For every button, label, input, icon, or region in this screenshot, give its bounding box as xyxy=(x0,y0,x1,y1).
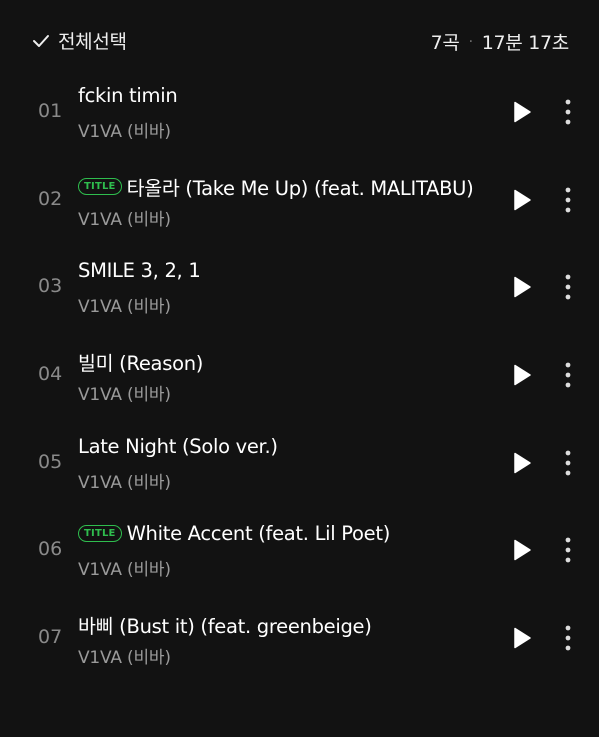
track-artist[interactable]: V1VA (비바) xyxy=(78,468,171,493)
track-artist[interactable]: V1VA (비바) xyxy=(78,643,171,668)
more-options-icon[interactable] xyxy=(558,624,578,652)
track-number: 02 xyxy=(38,187,63,210)
track-title: 타올라 (Take Me Up) (feat. MALITABU) xyxy=(126,176,474,200)
track-artist[interactable]: V1VA (비바) xyxy=(78,380,171,405)
play-icon[interactable] xyxy=(510,100,534,124)
track-row[interactable]: 07 바삐 (Bust it) (feat. greenbeige) V1VA … xyxy=(0,606,599,694)
track-row[interactable]: 02 TITLE 타올라 (Take Me Up) (feat. MALITAB… xyxy=(0,168,599,256)
track-artist[interactable]: V1VA (비바) xyxy=(78,205,171,230)
play-icon[interactable] xyxy=(510,538,534,562)
more-options-icon[interactable] xyxy=(558,273,578,301)
select-all-label: 전체선택 xyxy=(58,31,127,53)
track-title: Late Night (Solo ver.) xyxy=(78,434,278,458)
track-artist[interactable]: V1VA (비바) xyxy=(78,292,171,317)
track-list: 01 fckin timin V1VA (비바) 02 TITLE 타올라 (T… xyxy=(0,80,599,694)
play-icon[interactable] xyxy=(510,451,534,475)
track-title-row: SMILE 3, 2, 1 xyxy=(78,259,201,283)
track-number: 07 xyxy=(38,626,63,649)
track-number: 05 xyxy=(38,450,63,473)
more-options-icon[interactable] xyxy=(558,186,578,214)
track-row[interactable]: 06 TITLE White Accent (feat. Lil Poet) V… xyxy=(0,518,599,606)
play-icon[interactable] xyxy=(510,363,534,387)
track-title: 빌미 (Reason) xyxy=(78,352,204,376)
more-options-icon[interactable] xyxy=(558,536,578,564)
play-icon[interactable] xyxy=(510,626,534,650)
more-options-icon[interactable] xyxy=(558,98,578,126)
track-title: SMILE 3, 2, 1 xyxy=(78,259,201,283)
track-row[interactable]: 04 빌미 (Reason) V1VA (비바) xyxy=(0,343,599,431)
track-row[interactable]: 03 SMILE 3, 2, 1 V1VA (비바) xyxy=(0,255,599,343)
track-number: 03 xyxy=(38,275,63,298)
play-icon[interactable] xyxy=(510,188,534,212)
track-number: 06 xyxy=(38,538,63,561)
track-title-row: TITLE White Accent (feat. Lil Poet) xyxy=(78,522,390,545)
title-track-badge: TITLE xyxy=(78,525,122,543)
summary-separator: · xyxy=(468,33,473,50)
title-track-badge: TITLE xyxy=(78,177,122,195)
track-title-row: 바삐 (Bust it) (feat. greenbeige) xyxy=(78,610,372,639)
track-number: 01 xyxy=(38,100,63,122)
track-number: 04 xyxy=(38,363,63,386)
track-title: White Accent (feat. Lil Poet) xyxy=(126,522,391,546)
track-artist[interactable]: V1VA (비바) xyxy=(78,117,171,142)
more-options-icon[interactable] xyxy=(558,361,578,389)
track-title-row: fckin timin xyxy=(78,84,178,107)
track-title: 바삐 (Bust it) (feat. greenbeige) xyxy=(78,615,372,639)
tracklist-header: 전체선택 7곡 · 17분 17초 xyxy=(0,0,599,80)
track-title: fckin timin xyxy=(78,84,178,107)
track-title-row: 빌미 (Reason) xyxy=(78,347,203,376)
track-artist[interactable]: V1VA (비바) xyxy=(78,555,171,580)
more-options-icon[interactable] xyxy=(558,449,578,477)
checkmark-icon xyxy=(32,34,50,48)
track-title-row: TITLE 타올라 (Take Me Up) (feat. MALITABU) xyxy=(78,172,474,201)
play-icon[interactable] xyxy=(510,275,534,299)
select-all-button[interactable]: 전체선택 xyxy=(32,27,127,54)
track-title-row: Late Night (Solo ver.) xyxy=(78,435,278,458)
track-row[interactable]: 01 fckin timin V1VA (비바) xyxy=(0,80,599,168)
tracklist-summary: 7곡 · 17분 17초 xyxy=(430,28,570,55)
track-count: 7곡 xyxy=(430,32,460,54)
total-duration: 17분 17초 xyxy=(481,32,570,54)
track-row[interactable]: 05 Late Night (Solo ver.) V1VA (비바) xyxy=(0,431,599,519)
